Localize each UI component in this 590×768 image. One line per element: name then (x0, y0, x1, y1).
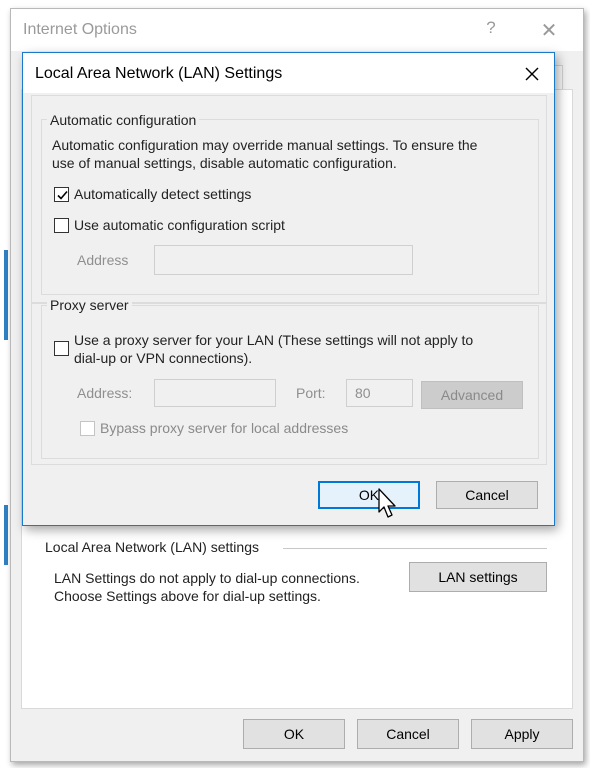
background-strip (0, 0, 10, 768)
advanced-button[interactable]: Advanced (421, 381, 523, 409)
lan-description: LAN Settings do not apply to dial-up con… (54, 569, 394, 605)
auto-detect-checkbox-row[interactable]: Automatically detect settings (54, 185, 251, 203)
use-proxy-checkbox[interactable] (54, 341, 69, 356)
bypass-label: Bypass proxy server for local addresses (100, 420, 349, 436)
proxy-address-input[interactable] (154, 379, 276, 407)
help-button[interactable]: ? (481, 18, 501, 40)
background-accent (4, 250, 8, 340)
close-button[interactable]: ✕ (537, 18, 561, 42)
proxy-address-label: Address: (77, 385, 133, 401)
auto-detect-label: Automatically detect settings (74, 186, 252, 202)
checkmark-icon (57, 190, 68, 200)
script-address-input[interactable] (154, 245, 413, 275)
use-proxy-label-line: dial-up or VPN connections). (74, 350, 253, 366)
lan-description-line: Choose Settings above for dial-up settin… (54, 588, 321, 604)
dialog-cancel-button[interactable]: Cancel (436, 481, 538, 509)
background-accent (4, 505, 8, 565)
proxy-server-legend: Proxy server (47, 297, 132, 313)
port-label: Port: (296, 385, 326, 401)
bypass-checkbox[interactable] (80, 421, 95, 436)
ok-button[interactable]: OK (243, 719, 345, 749)
group-divider (283, 548, 547, 549)
auto-config-legend: Automatic configuration (47, 112, 200, 128)
window-title: Internet Options (23, 21, 137, 38)
dialog-title-bar: Local Area Network (LAN) Settings (23, 53, 554, 93)
auto-config-description: use of manual settings, disable automati… (52, 155, 397, 171)
use-script-checkbox-row[interactable]: Use automatic configuration script (54, 216, 285, 234)
use-script-label: Use automatic configuration script (74, 217, 285, 233)
dialog-title: Local Area Network (LAN) Settings (35, 65, 283, 82)
lan-description-line: LAN Settings do not apply to dial-up con… (54, 570, 360, 586)
address-label: Address (77, 252, 129, 268)
use-proxy-checkbox-row[interactable]: Use a proxy server for your LAN (These s… (54, 331, 473, 367)
use-proxy-label: Use a proxy server for your LAN (These s… (74, 331, 473, 367)
cancel-button[interactable]: Cancel (357, 719, 459, 749)
dialog-ok-button[interactable]: OK (318, 481, 420, 509)
lan-settings-dialog: Local Area Network (LAN) Settings Automa… (22, 52, 555, 526)
mouse-pointer-icon (377, 488, 399, 522)
lan-settings-button[interactable]: LAN settings (409, 562, 547, 592)
use-script-checkbox[interactable] (54, 218, 69, 233)
close-icon[interactable] (519, 61, 545, 87)
title-bar: Internet Options ? ✕ (11, 9, 583, 51)
port-input[interactable] (346, 379, 413, 407)
use-proxy-label-line: Use a proxy server for your LAN (These s… (74, 332, 474, 348)
auto-detect-checkbox[interactable] (54, 187, 69, 202)
bypass-checkbox-row[interactable]: Bypass proxy server for local addresses (80, 419, 348, 437)
apply-button[interactable]: Apply (471, 719, 573, 749)
auto-config-description: Automatic configuration may override man… (52, 137, 478, 153)
lan-group-title: Local Area Network (LAN) settings (45, 539, 267, 555)
